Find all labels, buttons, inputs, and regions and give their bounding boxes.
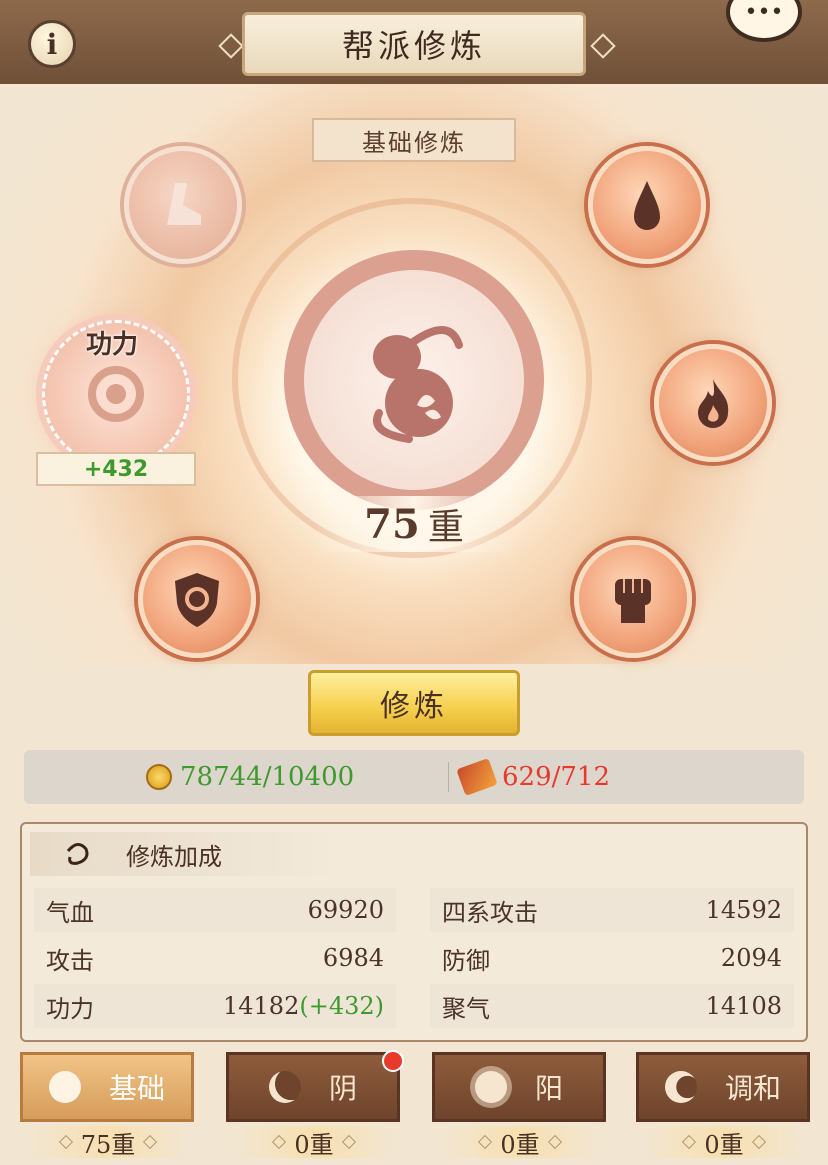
stat-row: 攻击 6984: [34, 936, 396, 980]
tab-level-value: 75重: [80, 1130, 136, 1159]
tab-label: 基础: [108, 1072, 165, 1105]
stat-row: 气血 69920: [34, 888, 396, 932]
tab-yin[interactable]: 阴: [226, 1052, 400, 1122]
moon-icon: [268, 1071, 301, 1103]
tab-level-value: 0重: [500, 1130, 540, 1159]
scroll-resource: 629/712: [456, 750, 611, 804]
stats-title: 修炼加成: [126, 842, 222, 871]
stat-row: 防御 2094: [430, 936, 794, 980]
blood-node[interactable]: [588, 146, 706, 264]
resource-divider: [448, 762, 449, 792]
tab-basic[interactable]: 基础: [20, 1052, 194, 1122]
stat-value: 6984: [322, 944, 384, 972]
coin-resource: 78744/10400: [146, 750, 354, 804]
core-emblem[interactable]: [304, 270, 524, 490]
coin-amount: 78744/10400: [180, 762, 355, 792]
fire-node[interactable]: [654, 344, 772, 462]
level-unit: 重: [427, 507, 464, 548]
level-ornament: [341, 1134, 356, 1150]
level-ornament: [478, 1134, 493, 1150]
defense-node[interactable]: [138, 540, 256, 658]
chat-icon: •••: [744, 0, 784, 25]
drop-icon: [634, 181, 660, 230]
stats-header: 修炼加成: [30, 832, 340, 876]
flame-icon: [698, 379, 729, 428]
level-ornament: [547, 1134, 562, 1150]
gourd-icon: [373, 326, 463, 443]
stat-row: 聚气 14108: [430, 984, 794, 1028]
stat-value: 2094: [720, 944, 782, 972]
level-ornament: [682, 1134, 697, 1150]
tab-harmony[interactable]: 调和: [636, 1052, 810, 1122]
level-display: 75 重: [312, 496, 516, 552]
level-ornament: [751, 1134, 766, 1150]
shield-icon: [175, 573, 219, 627]
stat-value: 14108: [705, 992, 782, 1020]
level-ornament: [143, 1134, 158, 1150]
level-ornament: [58, 1134, 73, 1150]
info-button[interactable]: i: [28, 20, 76, 68]
tab-label: 阳: [534, 1072, 563, 1105]
tab-level: 0重: [440, 1126, 600, 1159]
fist-icon: [615, 579, 651, 623]
stat-value: 14592: [705, 896, 782, 924]
sun-moon-icon: [664, 1071, 697, 1103]
swirl-icon: [88, 366, 144, 422]
attack-node[interactable]: [574, 540, 692, 658]
stat-row: 功力 14182(+432): [34, 984, 396, 1028]
coin-icon: [146, 764, 172, 790]
page-title: 帮派修炼: [242, 12, 586, 76]
level-ornament: [272, 1134, 287, 1150]
stat-label: 气血: [46, 898, 94, 927]
stat-bonus: (+432): [299, 992, 384, 1020]
stat-label: 聚气: [442, 994, 490, 1023]
stat-value: 69920: [307, 896, 384, 924]
selected-node-bonus: +432: [36, 452, 196, 486]
sun-icon: [474, 1071, 507, 1103]
tab-label: 阴: [328, 1072, 357, 1105]
notification-dot: [382, 1050, 404, 1072]
level-value: 75: [364, 500, 420, 548]
tab-level: 0重: [644, 1126, 804, 1159]
stat-label: 功力: [46, 994, 94, 1023]
gourd-tab-icon: [48, 1071, 81, 1103]
tab-label: 调和: [724, 1072, 781, 1105]
scroll-amount: 629/712: [502, 762, 611, 792]
stat-value: 14182: [222, 992, 300, 1020]
tab-yang[interactable]: 阳: [432, 1052, 606, 1122]
boot-icon: [167, 183, 201, 225]
selected-node-label: 功力: [86, 330, 139, 360]
section-title: 基础修炼: [312, 118, 516, 162]
stat-row: 四系攻击 14592: [430, 888, 794, 932]
scroll-icon: [456, 758, 498, 796]
gourd-small-icon: [66, 843, 89, 865]
cultivate-button[interactable]: 修炼: [308, 670, 520, 736]
resource-bar: [24, 750, 804, 804]
speed-node[interactable]: [124, 146, 242, 264]
tab-level-value: 0重: [294, 1130, 334, 1159]
tab-level: 0重: [234, 1126, 394, 1159]
tab-level: 75重: [28, 1126, 188, 1159]
stat-label: 攻击: [46, 946, 94, 975]
stat-label: 四系攻击: [442, 898, 538, 927]
stat-label: 防御: [442, 946, 490, 975]
tab-level-value: 0重: [704, 1130, 744, 1159]
